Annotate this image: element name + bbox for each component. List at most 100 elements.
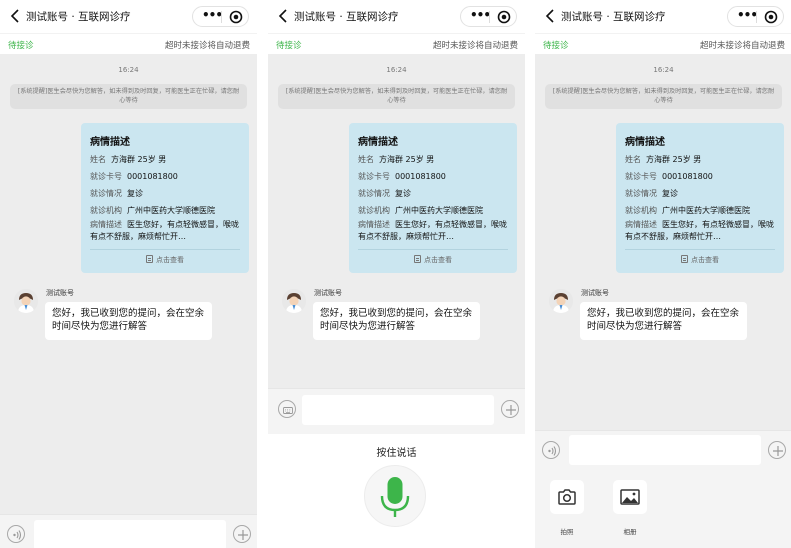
nav-bar: 测试账号 · 互联网诊疗 ••• <box>0 0 257 33</box>
case-row-visit-type: 就诊情况 复诊 <box>90 188 143 199</box>
message-input[interactable] <box>34 520 226 548</box>
reply-bubble: 您好，我已收到您的提问，会在空余时间尽快为您进行解答 <box>45 302 212 340</box>
doctor-avatar-icon <box>282 289 306 313</box>
case-row-hospital: 就诊机构 广州中医药大学顺德医院 <box>358 205 483 216</box>
case-row-value: 0001081800 <box>395 172 446 181</box>
case-row-value: 广州中医药大学顺德医院 <box>662 206 750 215</box>
sender-name: 测试账号 <box>46 289 74 297</box>
case-row-name: 姓名 方海群 25岁 男 <box>625 154 701 165</box>
voice-toggle-button[interactable] <box>7 525 25 543</box>
microphone-icon <box>380 477 410 517</box>
more-plus-button[interactable] <box>233 525 251 543</box>
doctor-avatar[interactable] <box>14 289 38 313</box>
view-detail-label: 点击查看 <box>424 256 452 264</box>
doctor-avatar-icon <box>14 289 38 313</box>
message-input[interactable] <box>302 395 494 425</box>
doctor-avatar[interactable] <box>549 289 573 313</box>
page-title: 测试账号 · 互联网诊疗 <box>294 11 399 23</box>
case-row-label: 就诊机构 <box>90 206 122 215</box>
card-divider <box>90 249 240 250</box>
screen-chat-voice: 测试账号 · 互联网诊疗 ••• 待接诊 超时未接诊将自动退费 16:24 [系… <box>268 0 525 548</box>
case-row-label: 就诊卡号 <box>625 172 657 181</box>
doctor-avatar[interactable] <box>282 289 306 313</box>
case-row-value: 广州中医药大学顺德医院 <box>395 206 483 215</box>
more-dots-icon[interactable]: ••• <box>470 8 491 22</box>
case-description: 病情描述 医生您好，有点轻微感冒，喉咙有点不舒服，麻烦帮忙开… <box>625 219 780 243</box>
back-chevron-icon[interactable] <box>8 6 24 26</box>
close-target-icon[interactable] <box>497 10 511 24</box>
back-chevron-icon[interactable] <box>543 6 559 26</box>
capsule-divider <box>489 11 490 23</box>
case-row-name: 姓名 方海群 25岁 男 <box>90 154 166 165</box>
hold-to-talk-button[interactable] <box>364 465 426 527</box>
case-description: 病情描述 医生您好，有点轻微感冒，喉咙有点不舒服，麻烦帮忙开… <box>358 219 513 243</box>
case-row-label: 就诊机构 <box>358 206 390 215</box>
case-row-value: 复诊 <box>662 189 678 198</box>
album-button[interactable] <box>613 480 647 514</box>
voice-wave-icon <box>548 446 557 456</box>
nav-bar: 测试账号 · 互联网诊疗 ••• <box>268 0 525 33</box>
page-title: 测试账号 · 互联网诊疗 <box>561 11 666 23</box>
status-pending: 待接诊 <box>543 41 569 51</box>
keyboard-toggle-button[interactable] <box>278 400 296 418</box>
plus-icon <box>773 446 783 456</box>
camera-label: 拍照 <box>560 528 574 536</box>
case-row-value: 方海群 25岁 男 <box>646 155 702 164</box>
case-row-label: 就诊卡号 <box>358 172 390 181</box>
view-detail-link[interactable]: 点击查看 <box>81 255 249 265</box>
view-detail-link[interactable]: 点击查看 <box>349 255 517 265</box>
consult-status-bar: 待接诊 超时未接诊将自动退费 <box>0 33 257 54</box>
more-plus-button[interactable] <box>768 441 786 459</box>
back-chevron-icon[interactable] <box>276 6 292 26</box>
case-description: 病情描述 医生您好，有点轻微感冒，喉咙有点不舒服，麻烦帮忙开… <box>90 219 245 243</box>
nav-bar: 测试账号 · 互联网诊疗 ••• <box>535 0 791 33</box>
close-target-icon[interactable] <box>764 10 778 24</box>
case-row-card-no: 就诊卡号 0001081800 <box>358 171 446 182</box>
voice-panel: 按住说话 <box>268 434 525 548</box>
system-reminder: [系统提醒]医生会尽快为您解答，如未得到及时回复，可能医生正在忙碌，请您耐心等待 <box>545 84 782 109</box>
document-icon <box>146 255 153 263</box>
case-row-hospital: 就诊机构 广州中医药大学顺德医院 <box>625 205 750 216</box>
close-target-icon[interactable] <box>229 10 243 24</box>
case-row-card-no: 就诊卡号 0001081800 <box>90 171 178 182</box>
case-row-label: 就诊机构 <box>625 206 657 215</box>
case-row-card-no: 就诊卡号 0001081800 <box>625 171 713 182</box>
sender-name: 测试账号 <box>581 289 609 297</box>
capsule-divider <box>756 11 757 23</box>
case-card-title: 病情描述 <box>358 137 398 148</box>
more-plus-button[interactable] <box>501 400 519 418</box>
message-time: 16:24 <box>118 66 139 74</box>
more-dots-icon[interactable]: ••• <box>202 8 223 22</box>
album-label: 相册 <box>623 528 637 536</box>
case-row-value: 复诊 <box>395 189 411 198</box>
camera-button[interactable] <box>550 480 584 514</box>
keyboard-icon <box>283 407 293 414</box>
doctor-avatar-icon <box>549 289 573 313</box>
plus-icon <box>506 405 516 415</box>
case-card[interactable]: 病情描述 姓名 方海群 25岁 男 就诊卡号 0001081800 就诊情况 复诊 就… <box>616 123 784 273</box>
case-row-name: 姓名 方海群 25岁 男 <box>358 154 434 165</box>
camera-icon <box>558 489 576 505</box>
case-card[interactable]: 病情描述 姓名 方海群 25岁 男 就诊卡号 0001081800 就诊情况 复诊 就… <box>81 123 249 273</box>
document-icon <box>414 255 421 263</box>
more-dots-icon[interactable]: ••• <box>737 8 758 22</box>
case-card[interactable]: 病情描述 姓名 方海群 25岁 男 就诊卡号 0001081800 就诊情况 复诊 就… <box>349 123 517 273</box>
case-row-label: 病情描述 <box>90 220 122 229</box>
case-card-title: 病情描述 <box>90 137 130 148</box>
page-title: 测试账号 · 互联网诊疗 <box>26 11 131 23</box>
hold-to-talk-hint: 按住说话 <box>376 448 417 459</box>
consult-status-bar: 待接诊 超时未接诊将自动退费 <box>268 33 525 54</box>
case-row-value: 0001081800 <box>127 172 178 181</box>
case-row-label: 病情描述 <box>358 220 390 229</box>
mini-program-capsule: ••• <box>192 6 249 27</box>
voice-toggle-button[interactable] <box>542 441 560 459</box>
view-detail-label: 点击查看 <box>156 256 184 264</box>
sender-name: 测试账号 <box>314 289 342 297</box>
case-row-label: 姓名 <box>358 155 374 164</box>
screen-chat-more: 测试账号 · 互联网诊疗 ••• 待接诊 超时未接诊将自动退费 16:24 [系… <box>535 0 791 548</box>
document-icon <box>681 255 688 263</box>
message-input[interactable] <box>569 435 761 465</box>
status-refund-note: 超时未接诊将自动退费 <box>432 41 518 51</box>
view-detail-link[interactable]: 点击查看 <box>616 255 784 265</box>
case-row-value: 复诊 <box>127 189 143 198</box>
